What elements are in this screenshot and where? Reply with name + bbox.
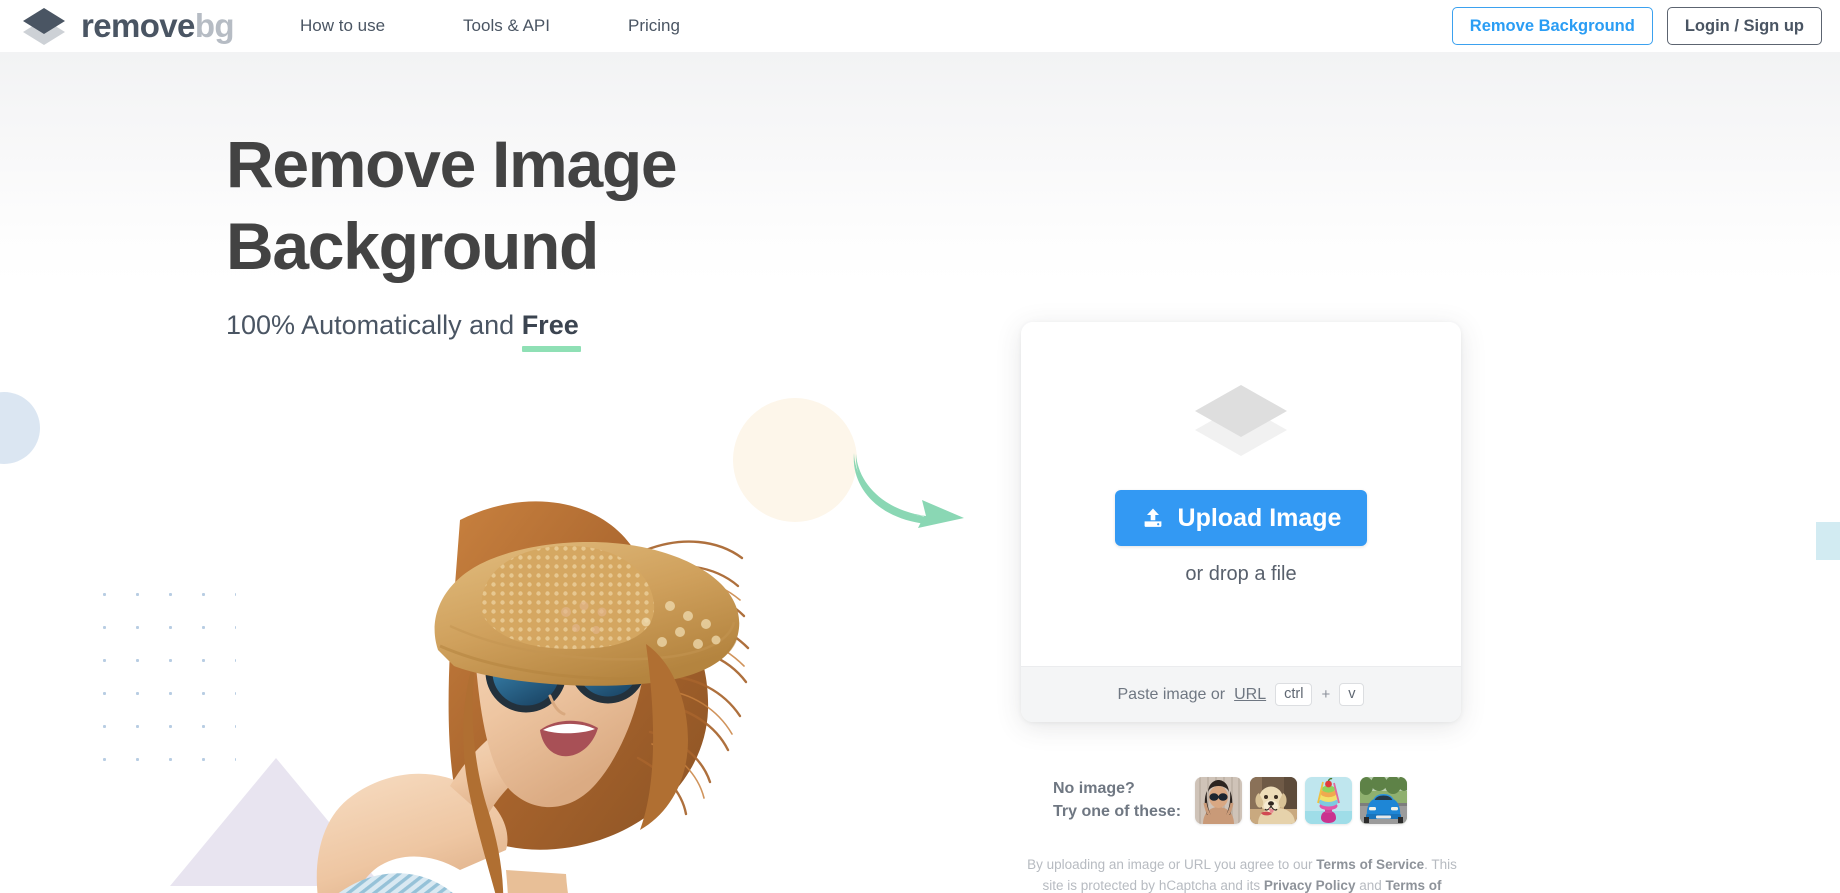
hero-subtitle-prefix: 100% Automatically and bbox=[226, 309, 522, 340]
hero-subtitle: 100% Automatically and Free bbox=[226, 309, 676, 352]
paste-bar: Paste image or URL ctrl + v bbox=[1021, 666, 1461, 722]
logo-text-primary: remove bbox=[81, 7, 195, 44]
privacy-policy-link[interactable]: Privacy Policy bbox=[1264, 878, 1356, 893]
hero-subtitle-highlight: Free bbox=[521, 309, 581, 352]
legal-line1-a: By uploading an image or URL you agree t… bbox=[1027, 857, 1317, 872]
upload-icon bbox=[1144, 508, 1161, 527]
decorative-blue-circle bbox=[0, 392, 40, 464]
legal-disclaimer: By uploading an image or URL you agree t… bbox=[1021, 855, 1463, 893]
sample-images-section: No image? Try one of these: bbox=[1053, 777, 1433, 824]
layers-stack-icon bbox=[1193, 385, 1289, 456]
hero-copy: Remove Image Background 100% Automatical… bbox=[226, 124, 678, 352]
sample-ice-cream-sundae[interactable] bbox=[1305, 777, 1353, 824]
logo-text: removebg bbox=[81, 7, 235, 45]
upload-dropzone[interactable]: Upload Image or drop a file bbox=[1021, 322, 1461, 666]
key-ctrl: ctrl bbox=[1275, 682, 1313, 707]
layers-diamond-icon bbox=[18, 6, 70, 46]
legal-line2-a: protected by hCaptcha and its bbox=[1080, 877, 1264, 893]
hero-photo-woman bbox=[210, 400, 755, 893]
logo[interactable]: removebg bbox=[18, 0, 235, 52]
legal-line2-c: and bbox=[1355, 877, 1386, 893]
key-v: v bbox=[1339, 682, 1365, 707]
upload-button-label: Upload Image bbox=[1177, 503, 1342, 532]
drop-file-hint: or drop a file bbox=[1185, 563, 1297, 585]
paste-label: Paste image or bbox=[1117, 685, 1226, 703]
logo-text-secondary: bg bbox=[194, 7, 235, 44]
sample-blue-sports-car[interactable] bbox=[1360, 777, 1408, 824]
upload-image-button[interactable]: Upload Image bbox=[1114, 490, 1368, 546]
remove-background-button[interactable]: Remove Background bbox=[1451, 7, 1653, 45]
decorative-blue-rectangle bbox=[1816, 522, 1840, 560]
nav-item-how-to-use[interactable]: How to use bbox=[300, 16, 385, 36]
sample-thumbnails bbox=[1195, 777, 1408, 824]
main-navigation: How to use Tools & API Pricing bbox=[300, 0, 680, 52]
login-signup-button[interactable]: Login / Sign up bbox=[1666, 7, 1822, 45]
green-curved-arrow-icon bbox=[852, 452, 970, 535]
page-title: Remove Image Background bbox=[226, 127, 678, 283]
nav-item-pricing[interactable]: Pricing bbox=[628, 16, 680, 36]
sample-images-label: No image? Try one of these: bbox=[1053, 780, 1182, 820]
terms-of-service-link-1[interactable]: Terms of Service bbox=[1316, 857, 1424, 872]
site-header: removebg How to use Tools & API Pricing … bbox=[0, 0, 1840, 52]
key-plus: + bbox=[1321, 686, 1331, 703]
paste-url-link[interactable]: URL bbox=[1234, 686, 1266, 704]
nav-item-tools-api[interactable]: Tools & API bbox=[463, 16, 550, 36]
upload-card[interactable]: Upload Image or drop a file Paste image … bbox=[1021, 322, 1461, 722]
page-root: removebg How to use Tools & API Pricing … bbox=[0, 0, 1840, 893]
header-actions: Remove Background Login / Sign up bbox=[1451, 0, 1822, 52]
sample-golden-retriever-dog[interactable] bbox=[1250, 777, 1298, 824]
sample-woman-sunglasses[interactable] bbox=[1195, 777, 1243, 824]
